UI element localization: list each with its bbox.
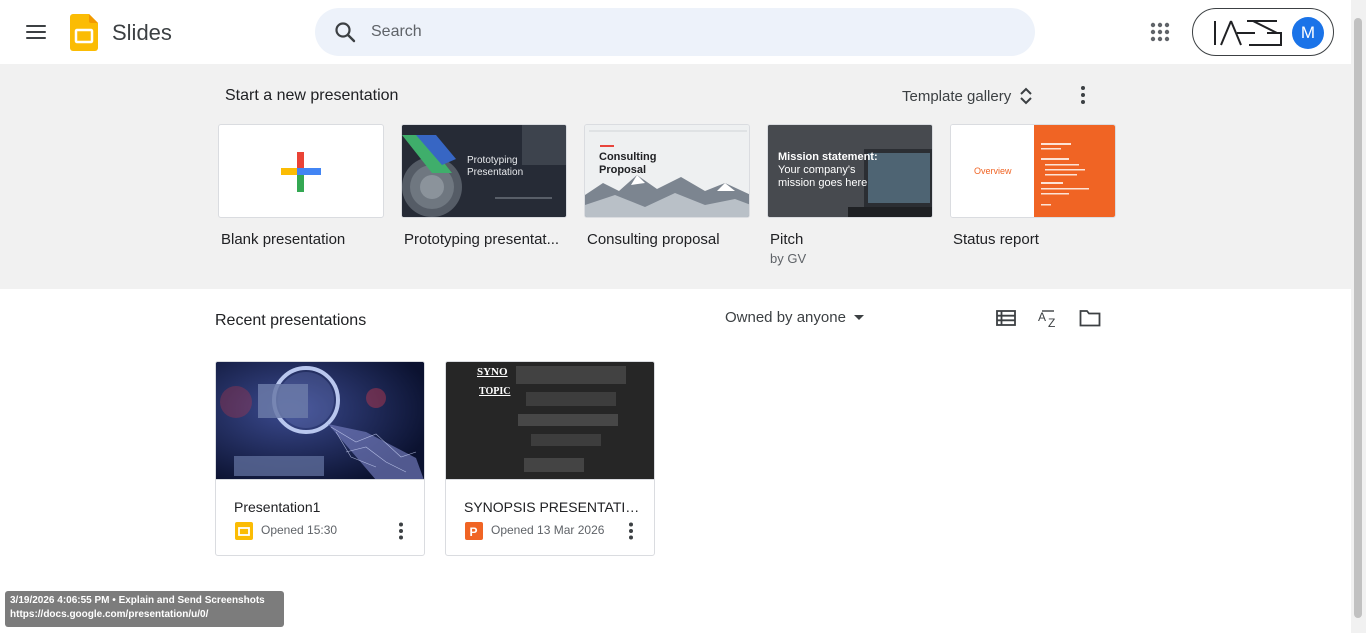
thumb-body: Your company's mission goes here (778, 164, 868, 189)
template-gallery-button[interactable]: Template gallery (898, 80, 1037, 112)
template-thumbnail[interactable] (218, 124, 384, 218)
account-button[interactable]: M (1192, 8, 1334, 56)
list-view-button[interactable] (992, 304, 1020, 332)
owner-filter-label: Owned by anyone (725, 309, 846, 326)
blurred-thumbnail-art (446, 362, 654, 479)
slides-file-icon (235, 522, 253, 540)
doc-thumbnail[interactable]: SYNO TOPIC (446, 362, 654, 480)
template-prototyping[interactable]: Prototyping Presentation Prototyping pre… (401, 124, 567, 248)
template-label: Consulting proposal (587, 231, 720, 248)
overlay-timestamp: 3/19/2026 4:06:55 PM • Explain and Send … (10, 595, 265, 606)
svg-text:A: A (1038, 310, 1046, 324)
doc-title: SYNOPSIS PRESENTATIO... (464, 499, 644, 515)
search-bar[interactable] (315, 8, 1035, 56)
template-label: Status report (953, 231, 1039, 248)
template-blank[interactable]: Blank presentation (218, 124, 384, 248)
sort-options-button[interactable]: A Z (1034, 304, 1062, 332)
page-scrollbar-thumb[interactable] (1354, 18, 1362, 618)
recent-doc-card[interactable]: SYNO TOPIC SYNOPSIS PRESENTATIO... P Ope… (445, 361, 655, 556)
thumb-title: Overview (974, 166, 1012, 176)
thumb-title: Consulting Proposal (599, 151, 657, 176)
list-view-icon (996, 310, 1016, 326)
doc-thumbnail[interactable] (216, 362, 424, 480)
svg-text:P: P (470, 525, 478, 539)
template-label: Blank presentation (221, 231, 346, 248)
template-consulting[interactable]: Consulting Proposal Consulting proposal (584, 124, 750, 248)
more-vert-icon (399, 522, 403, 540)
template-thumbnail[interactable]: Consulting Proposal (584, 124, 750, 218)
owner-filter-dropdown[interactable]: Owned by anyone (725, 309, 864, 326)
thumb-line: TOPIC (479, 386, 511, 397)
template-thumbnail[interactable]: Prototyping Presentation (401, 124, 567, 218)
screenshot-info-overlay: 3/19/2026 4:06:55 PM • Explain and Send … (5, 591, 284, 627)
plus-icon (281, 152, 321, 192)
template-label: Pitch (770, 231, 804, 248)
template-section: Start a new presentation Template galler… (0, 64, 1351, 289)
powerpoint-file-icon: P (465, 522, 483, 540)
doc-more-options-button[interactable] (392, 517, 410, 545)
organization-logo-icon (1214, 20, 1282, 46)
template-pitch[interactable]: Mission statement: Your company's missio… (767, 124, 933, 266)
search-icon[interactable] (333, 20, 357, 44)
doc-last-opened: Opened 13 Mar 2026 (491, 523, 605, 537)
template-gallery-label: Template gallery (902, 87, 1012, 105)
sort-az-icon: A Z (1038, 310, 1055, 329)
app-title[interactable]: Slides (112, 20, 172, 46)
more-vert-icon (629, 522, 633, 540)
doc-more-options-button[interactable] (622, 517, 640, 545)
hamburger-menu-icon (26, 25, 46, 39)
svg-text:Z: Z (1048, 316, 1055, 329)
avatar: M (1292, 17, 1324, 49)
template-label: Prototyping presentat... (404, 231, 560, 248)
thumb-title: Prototyping Presentation (467, 155, 524, 178)
recent-heading: Recent presentations (215, 312, 367, 329)
search-input[interactable] (371, 8, 1011, 56)
folder-icon (1079, 310, 1101, 327)
template-thumbnail[interactable]: Mission statement: Your company's missio… (767, 124, 933, 218)
open-file-picker-button[interactable] (1076, 304, 1104, 332)
apps-grid-icon[interactable] (1146, 18, 1174, 46)
more-vert-icon (1081, 86, 1085, 104)
slides-logo-icon[interactable] (70, 14, 98, 51)
doc-last-opened: Opened 15:30 (261, 523, 338, 537)
unfold-icon (1020, 87, 1032, 105)
template-thumbnail[interactable]: Overview (950, 124, 1116, 218)
thumb-title: Mission statement: (778, 151, 878, 163)
templates-heading: Start a new presentation (225, 87, 399, 104)
template-status-report[interactable]: Overview Status report (950, 124, 1116, 248)
magnifier-hand-thumbnail-art (216, 362, 424, 479)
template-author: by GV (770, 251, 807, 266)
recent-doc-card[interactable]: Presentation1 Opened 15:30 (215, 361, 425, 556)
thumb-line: SYNO (477, 366, 508, 378)
main-menu-button[interactable] (14, 12, 58, 52)
doc-title: Presentation1 (234, 499, 321, 515)
top-bar: Slides M (0, 0, 1366, 64)
arrow-drop-down-icon (853, 314, 864, 320)
overlay-url: https://docs.google.com/presentation/u/0… (10, 609, 209, 620)
template-more-options-button[interactable] (1070, 80, 1096, 110)
